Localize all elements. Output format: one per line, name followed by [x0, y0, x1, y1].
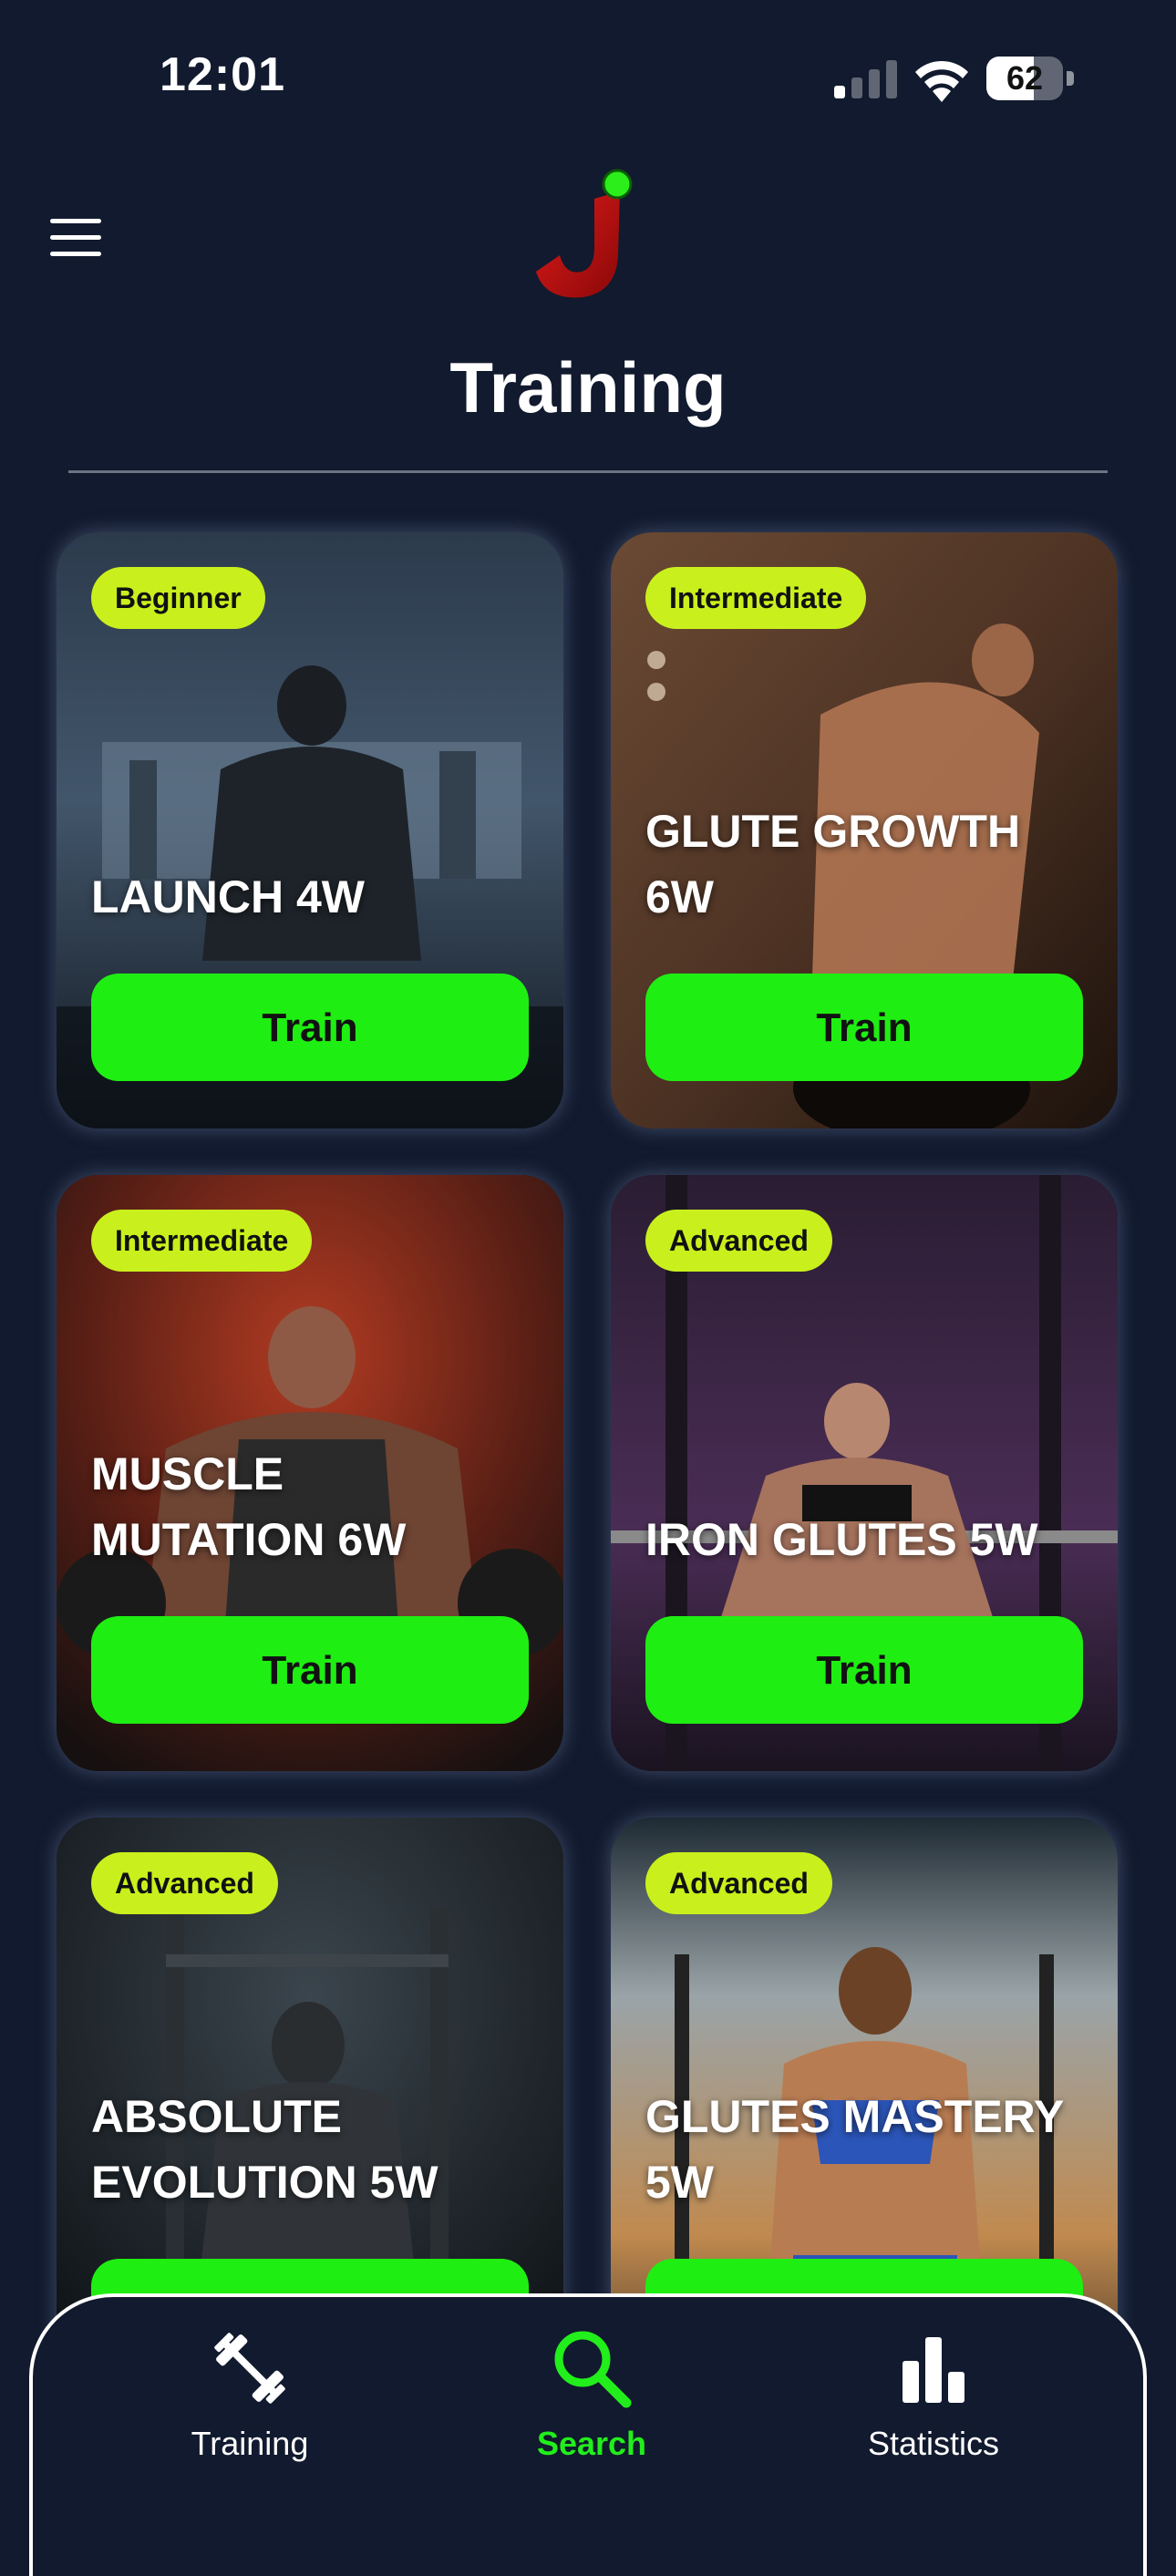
bottom-navigation: Training Search Statistics	[29, 2293, 1147, 2576]
program-title: MUSCLE MUTATION 6W	[91, 1448, 407, 1565]
battery-icon: 62	[986, 57, 1063, 100]
dumbbell-icon	[214, 2333, 285, 2404]
search-icon	[554, 2331, 632, 2408]
program-card[interactable]: Intermediate MUSCLE MUTATION 6W Train	[57, 1175, 563, 1771]
train-button[interactable]: Train	[645, 1616, 1083, 1724]
battery-percent: 62	[1006, 59, 1044, 97]
header-divider	[68, 470, 1108, 473]
program-title: LAUNCH 4W	[91, 871, 365, 922]
nav-label-search: Search	[536, 2425, 647, 2462]
train-button[interactable]: Train	[645, 974, 1083, 1081]
program-card[interactable]: Intermediate GLUTE GROWTH 6W Train	[611, 532, 1118, 1128]
train-button[interactable]: Train	[91, 974, 529, 1081]
program-title: GLUTE GROWTH 6W	[645, 806, 1021, 922]
nav-label-training: Training	[191, 2425, 309, 2462]
page-title: Training	[449, 347, 727, 428]
difficulty-badge: Intermediate	[91, 1210, 313, 1272]
program-card[interactable]: Beginner LAUNCH 4W Train	[57, 532, 563, 1128]
wifi-icon	[915, 60, 968, 102]
bar-chart-icon	[903, 2337, 965, 2403]
nav-label-statistics: Statistics	[867, 2425, 1000, 2462]
hamburger-menu-icon[interactable]	[50, 219, 101, 257]
nav-item-training[interactable]: Training	[113, 2324, 387, 2462]
app-logo-icon	[536, 169, 633, 298]
program-title: ABSOLUTE EVOLUTION 5W	[91, 2091, 438, 2208]
status-time: 12:01	[160, 48, 285, 101]
nav-item-statistics[interactable]: Statistics	[797, 2324, 1070, 2462]
difficulty-badge: Advanced	[645, 1210, 832, 1272]
difficulty-badge: Advanced	[91, 1852, 278, 1914]
difficulty-badge: Advanced	[645, 1852, 832, 1914]
nav-item-search[interactable]: Search	[455, 2324, 728, 2462]
program-title: IRON GLUTES 5W	[645, 1514, 1038, 1565]
status-bar: 12:01 62	[0, 0, 1176, 155]
battery-indicator: 62	[986, 57, 1074, 100]
program-title: GLUTES MASTERY 5W	[645, 2091, 1064, 2208]
cellular-signal-icon	[834, 60, 897, 98]
difficulty-badge: Beginner	[91, 567, 265, 629]
train-button[interactable]: Train	[91, 1616, 529, 1724]
program-card[interactable]: Advanced IRON GLUTES 5W Train	[611, 1175, 1118, 1771]
battery-nub	[1067, 71, 1074, 86]
difficulty-badge: Intermediate	[645, 567, 867, 629]
